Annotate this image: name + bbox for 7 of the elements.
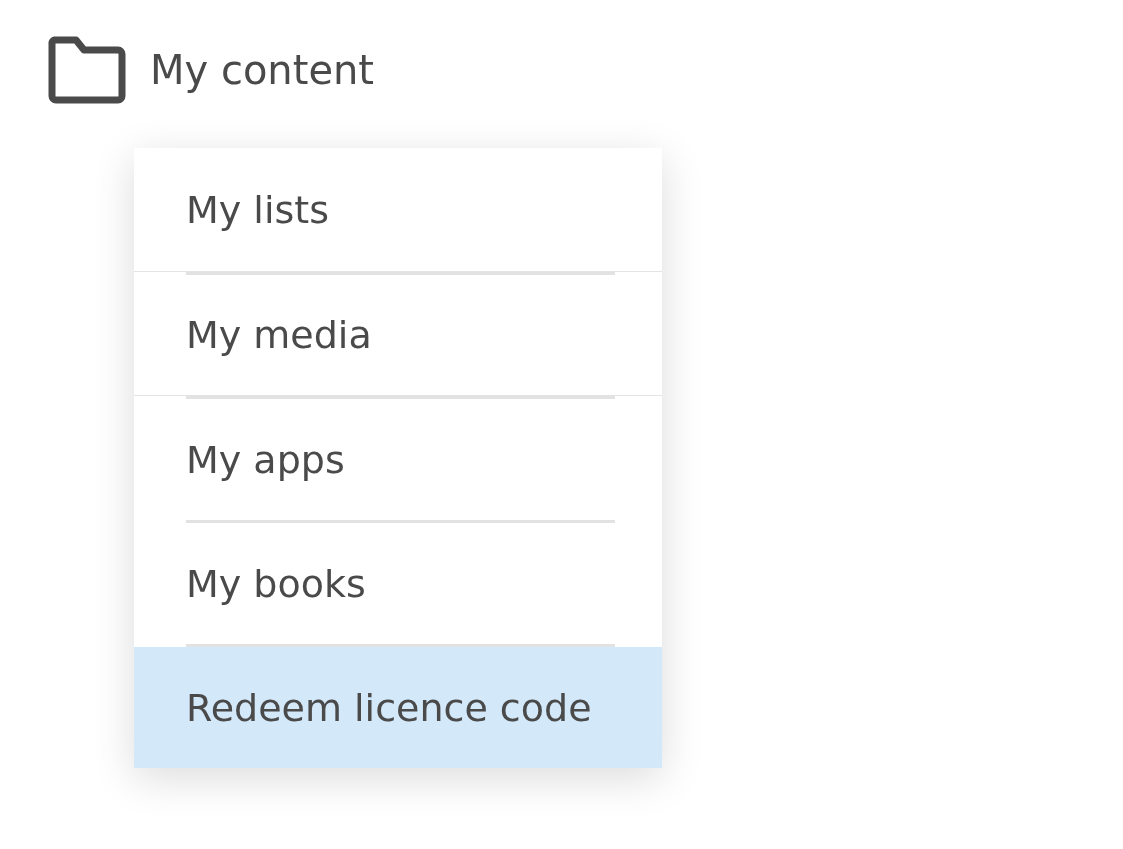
menu-item[interactable]: My books [134, 523, 662, 644]
menu-item[interactable]: My apps [134, 399, 662, 520]
folder-icon [48, 36, 126, 104]
header-title: My content [150, 47, 375, 93]
menu-item[interactable]: My lists [134, 148, 662, 272]
menu-item[interactable]: My media [134, 275, 662, 396]
menu-item[interactable]: Redeem licence code [134, 647, 662, 768]
